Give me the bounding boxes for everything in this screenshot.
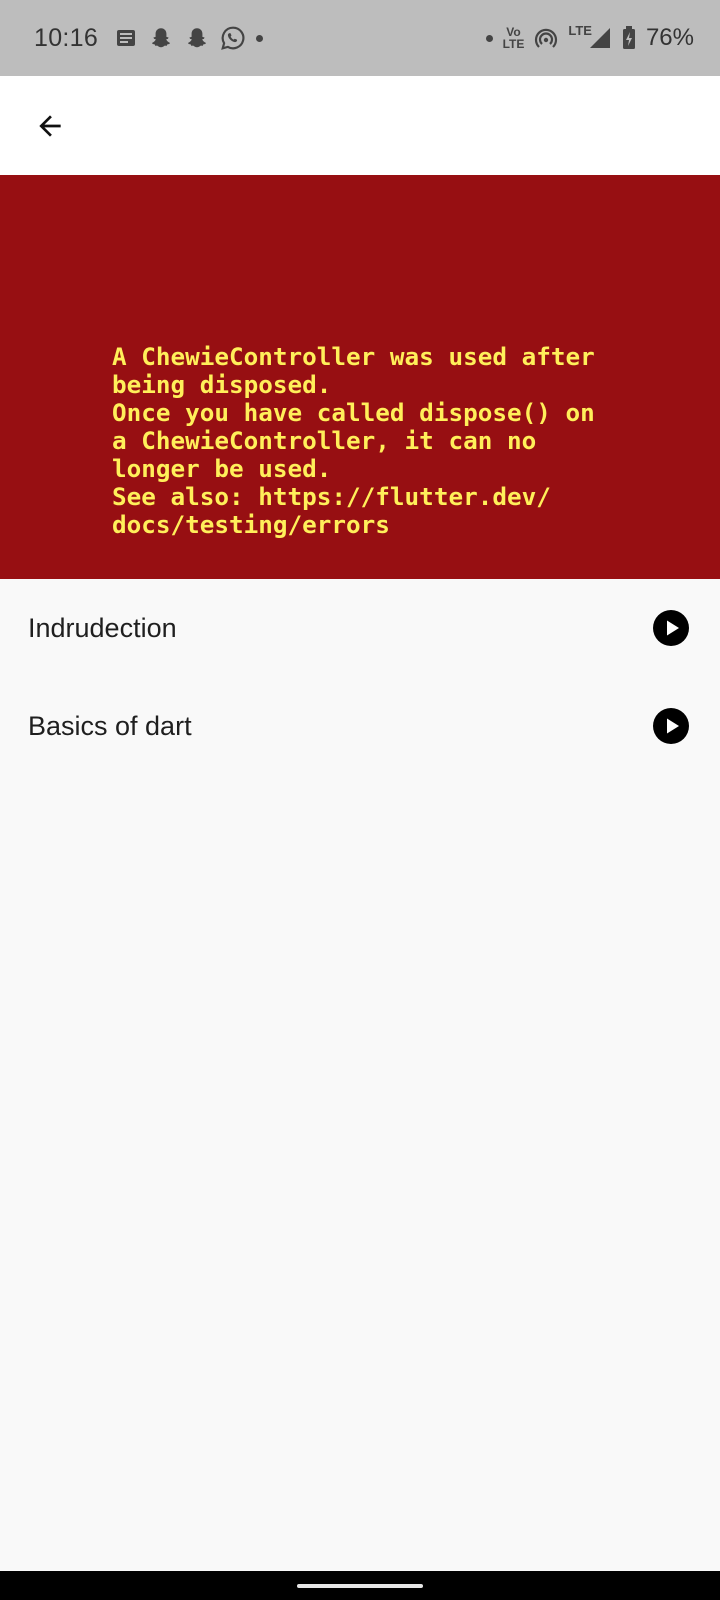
dot-icon [256, 34, 264, 42]
list-item[interactable]: Indrudection [0, 579, 720, 677]
status-bar: 10:16 Vo LTE LTE 76% [0, 0, 720, 76]
home-gesture-handle[interactable] [297, 1584, 423, 1588]
status-time: 10:16 [34, 23, 99, 52]
snapchat-icon [148, 25, 174, 51]
lte-signal-icon: LTE [568, 23, 612, 50]
lesson-title: Indrudection [28, 612, 177, 643]
hotspot-icon [534, 26, 558, 50]
lesson-title: Basics of dart [28, 710, 192, 741]
volte-icon: Vo LTE [502, 25, 525, 51]
whatsapp-icon [220, 25, 246, 51]
app-bar [0, 76, 720, 175]
snapchat-icon [184, 25, 210, 51]
error-message: A ChewieController was used after being … [112, 342, 595, 539]
back-button[interactable] [30, 106, 70, 146]
news-icon [114, 26, 138, 50]
lesson-list: Indrudection Basics of dart [0, 579, 720, 775]
dot-icon [485, 34, 493, 42]
notification-icons [114, 25, 264, 51]
play-circle-icon[interactable] [653, 610, 689, 646]
system-icons: Vo LTE LTE 76% [485, 23, 694, 52]
navigation-bar [0, 1571, 720, 1600]
arrow-back-icon [34, 110, 66, 142]
battery-icon [622, 26, 636, 50]
video-error-panel: A ChewieController was used after being … [0, 175, 720, 579]
play-circle-icon[interactable] [653, 708, 689, 744]
battery-percent: 76% [645, 24, 694, 51]
list-item[interactable]: Basics of dart [0, 677, 720, 775]
